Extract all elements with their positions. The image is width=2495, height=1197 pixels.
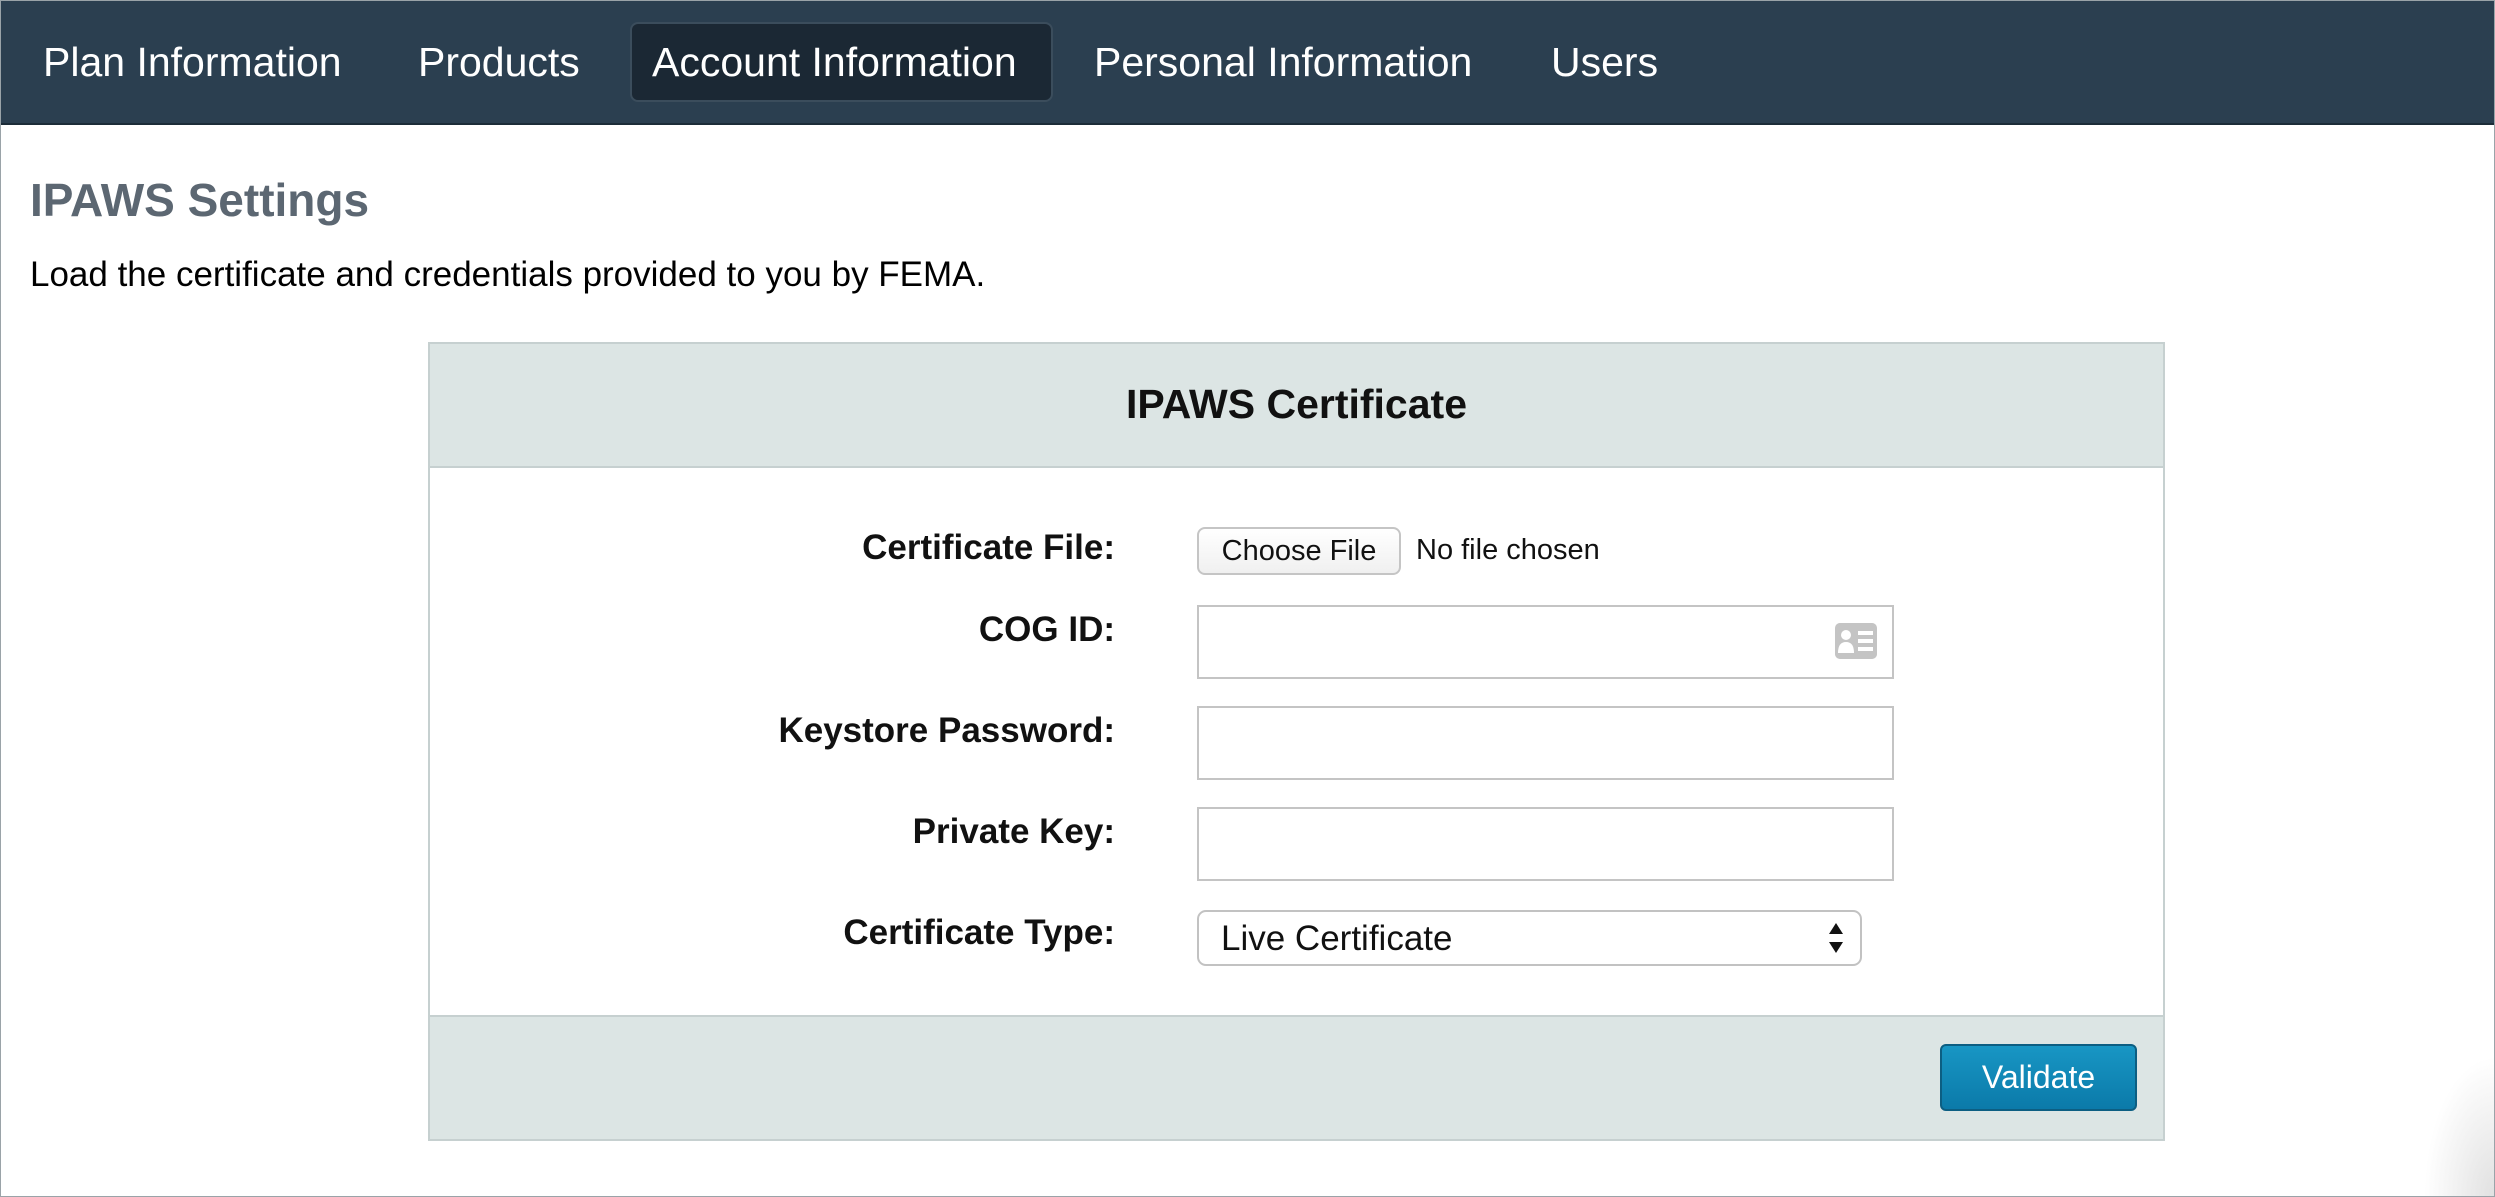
corner-shadow [2424,1056,2494,1196]
panel-footer [430,1015,2163,1139]
private-key-input[interactable] [1197,807,1894,881]
private-key-label: Private Key: [912,812,1115,851]
app-frame: Plan Information Products Account Inform… [0,0,2495,1197]
keystore-password-input[interactable] [1197,706,1894,780]
contact-card-icon[interactable] [1835,623,1877,659]
page-description: Load the certificate and credentials pro… [30,255,986,294]
validate-button[interactable]: Validate [1940,1044,2137,1111]
certificate-type-label: Certificate Type: [843,913,1115,952]
choose-file-button[interactable]: Choose File [1197,527,1401,575]
certificate-type-select[interactable]: Live Certificate [1197,910,1862,966]
tab-products[interactable]: Products [398,22,600,102]
keystore-password-label: Keystore Password: [778,711,1115,750]
certificate-file-label: Certificate File: [862,528,1115,567]
select-arrows-icon [1829,923,1843,953]
cog-id-input[interactable] [1197,605,1894,679]
file-status-text: No file chosen [1416,534,1600,566]
cog-id-label: COG ID: [978,610,1115,649]
top-navigation: Plan Information Products Account Inform… [1,1,2494,125]
tab-personal-information[interactable]: Personal Information [1074,22,1492,102]
tab-account-information[interactable]: Account Information [630,22,1053,102]
certificate-type-selected: Live Certificate [1221,919,1453,958]
tab-users[interactable]: Users [1531,22,1678,102]
ipaws-certificate-panel: IPAWS Certificate Certificate File: Choo… [428,342,2165,1141]
page-title: IPAWS Settings [30,174,370,226]
tab-plan-information[interactable]: Plan Information [23,22,362,102]
panel-title: IPAWS Certificate [430,344,2163,468]
